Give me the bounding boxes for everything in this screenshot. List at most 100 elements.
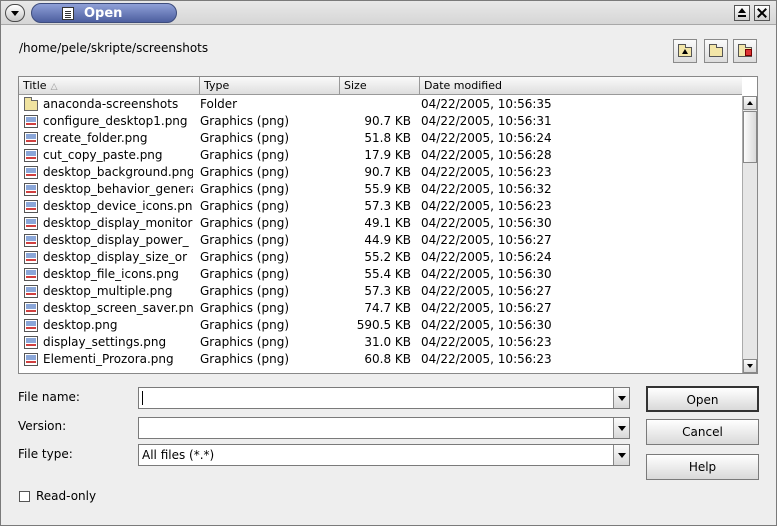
- current-path: /home/pele/skripte/screenshots: [19, 41, 209, 55]
- file-date: 04/22/2005, 10:56:27: [421, 301, 552, 315]
- delete-button[interactable]: [733, 39, 757, 63]
- file-date: 04/22/2005, 10:56:31: [421, 114, 552, 128]
- file-row[interactable]: desktop_multiple.png Graphics (png) 57.3 K…: [19, 283, 742, 300]
- maximize-icon[interactable]: [734, 5, 750, 21]
- window-menu-icon[interactable]: [5, 4, 25, 22]
- scroll-down-icon[interactable]: [743, 359, 757, 373]
- up-folder-button[interactable]: [673, 39, 697, 63]
- file-name: desktop_screen_saver.png: [43, 301, 193, 315]
- read-only-label: Read-only: [36, 489, 97, 503]
- file-type: Graphics (png): [200, 352, 290, 366]
- file-type: Graphics (png): [200, 284, 290, 298]
- new-folder-button[interactable]: [704, 39, 728, 63]
- column-header-size[interactable]: Size: [340, 77, 420, 95]
- file-row[interactable]: desktop_screen_saver.png Graphics (png) 74…: [19, 300, 742, 317]
- image-file-icon: [24, 183, 38, 196]
- open-button[interactable]: Open: [646, 386, 759, 412]
- folder-icon: [24, 97, 38, 111]
- delete-mark-icon: [745, 49, 752, 56]
- file-row[interactable]: desktop.png Graphics (png) 590.5 KB 04/22/2…: [19, 317, 742, 334]
- read-only-checkbox[interactable]: [19, 491, 30, 502]
- file-row[interactable]: display_settings.png Graphics (png) 31.0 K…: [19, 334, 742, 351]
- column-header-title[interactable]: Title △: [19, 77, 200, 95]
- file-size: 49.1 KB: [364, 216, 411, 230]
- file-date: 04/22/2005, 10:56:24: [421, 131, 552, 145]
- file-type: Graphics (png): [200, 318, 290, 332]
- column-title-label: Title: [23, 79, 47, 92]
- file-date: 04/22/2005, 10:56:24: [421, 250, 552, 264]
- file-name: anaconda-screenshots: [43, 97, 179, 111]
- window-title: Open: [84, 6, 123, 21]
- file-name: desktop_display_size_or: [43, 250, 188, 264]
- file-size: 55.9 KB: [364, 182, 411, 196]
- image-file-icon: [24, 353, 38, 366]
- file-row[interactable]: desktop_background.png Graphics (png) 90.7…: [19, 164, 742, 181]
- file-row[interactable]: desktop_file_icons.png Graphics (png) 55.4…: [19, 266, 742, 283]
- vertical-scrollbar[interactable]: [742, 96, 757, 373]
- column-type-label: Type: [204, 79, 230, 92]
- file-list[interactable]: Title △ Type Size Date modified anaconda-…: [18, 76, 758, 374]
- image-file-icon: [24, 234, 38, 247]
- file-name: desktop_display_monitor: [43, 216, 193, 230]
- file-row[interactable]: desktop_display_monitor Graphics (png) 49.…: [19, 215, 742, 232]
- file-type: Folder: [200, 97, 238, 111]
- file-date: 04/22/2005, 10:56:27: [421, 233, 552, 247]
- document-icon: [62, 7, 74, 20]
- file-row[interactable]: desktop_device_icons.png Graphics (png) 57…: [19, 198, 742, 215]
- image-file-icon: [24, 336, 38, 349]
- file-name-dropdown-icon[interactable]: [613, 388, 629, 408]
- version-label: Version:: [18, 419, 67, 433]
- file-type-dropdown-icon[interactable]: [613, 445, 629, 465]
- file-row[interactable]: anaconda-screenshots Folder 04/22/2005, 10…: [19, 96, 742, 113]
- column-date-label: Date modified: [424, 79, 502, 92]
- cancel-button[interactable]: Cancel: [646, 419, 759, 445]
- file-row[interactable]: desktop_behavior_general Graphics (png) 55…: [19, 181, 742, 198]
- file-type: Graphics (png): [200, 182, 290, 196]
- column-header-date[interactable]: Date modified: [420, 77, 742, 95]
- file-row[interactable]: create_folder.png Graphics (png) 51.8 KB 04…: [19, 130, 742, 147]
- column-header-type[interactable]: Type: [200, 77, 340, 95]
- image-file-icon: [24, 166, 38, 179]
- file-date: 04/22/2005, 10:56:23: [421, 335, 552, 349]
- file-type-value: All files (*.*): [142, 448, 215, 462]
- scroll-thumb[interactable]: [743, 111, 757, 163]
- file-size: 55.4 KB: [364, 267, 411, 281]
- file-row[interactable]: Elementi_Prozora.png Graphics (png) 60.8 K…: [19, 351, 742, 368]
- title-pill: Open: [31, 3, 177, 23]
- file-name: configure_desktop1.png: [43, 114, 188, 128]
- file-type-select[interactable]: All files (*.*): [138, 444, 630, 466]
- file-row[interactable]: desktop_display_power_ Graphics (png) 44.9…: [19, 232, 742, 249]
- text-cursor: [142, 391, 143, 405]
- file-name: desktop_multiple.png: [43, 284, 173, 298]
- file-name: desktop_behavior_general: [43, 182, 193, 196]
- file-name-input[interactable]: [138, 387, 630, 409]
- image-file-icon: [24, 132, 38, 145]
- image-file-icon: [24, 149, 38, 162]
- file-type: Graphics (png): [200, 267, 290, 281]
- version-select[interactable]: [138, 417, 630, 439]
- title-bar[interactable]: Open: [1, 1, 776, 25]
- file-row[interactable]: desktop_display_size_or Graphics (png) 55.…: [19, 249, 742, 266]
- file-name-label: File name:: [18, 390, 80, 404]
- file-date: 04/22/2005, 10:56:32: [421, 182, 552, 196]
- file-row[interactable]: configure_desktop1.png Graphics (png) 90.7…: [19, 113, 742, 130]
- file-size: 17.9 KB: [364, 148, 411, 162]
- image-file-icon: [24, 268, 38, 281]
- version-dropdown-icon[interactable]: [613, 418, 629, 438]
- file-date: 04/22/2005, 10:56:30: [421, 318, 552, 332]
- file-size: 55.2 KB: [364, 250, 411, 264]
- file-name: desktop_background.png: [43, 165, 193, 179]
- file-type-label: File type:: [18, 447, 73, 461]
- image-file-icon: [24, 319, 38, 332]
- new-folder-icon: [709, 44, 723, 57]
- file-size: 90.7 KB: [364, 165, 411, 179]
- file-name: desktop_file_icons.png: [43, 267, 179, 281]
- scroll-up-icon[interactable]: [743, 96, 757, 110]
- file-name: create_folder.png: [43, 131, 148, 145]
- file-size: 57.3 KB: [364, 284, 411, 298]
- file-row[interactable]: cut_copy_paste.png Graphics (png) 17.9 KB 0…: [19, 147, 742, 164]
- close-icon[interactable]: [754, 5, 770, 21]
- help-button[interactable]: Help: [646, 454, 759, 480]
- file-name: desktop_display_power_: [43, 233, 189, 247]
- file-type: Graphics (png): [200, 199, 290, 213]
